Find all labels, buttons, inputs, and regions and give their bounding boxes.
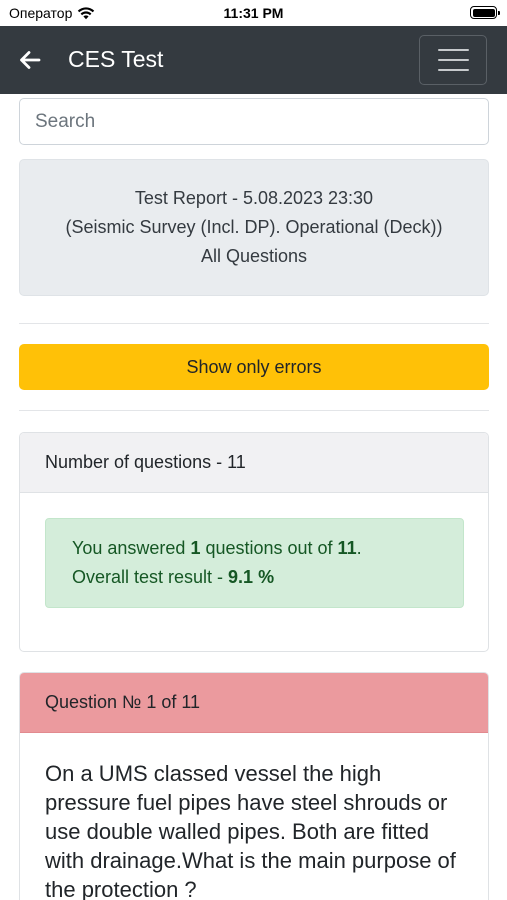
answered-count: 1 xyxy=(190,538,201,558)
search-input[interactable] xyxy=(19,98,489,145)
summary-card: Number of questions - 11 You answered 1 … xyxy=(19,432,489,652)
page-title: CES Test xyxy=(68,46,164,72)
back-button[interactable] xyxy=(16,46,44,74)
show-only-errors-button[interactable]: Show only errors xyxy=(19,344,489,390)
report-title: Test Report - 5.08.2023 23:30 xyxy=(134,188,374,208)
status-bar: Оператор 11:31 PM xyxy=(0,0,507,26)
result-line: Overall test result - 9.1 % xyxy=(72,567,275,587)
divider xyxy=(19,323,489,324)
menu-toggle-button[interactable] xyxy=(419,35,487,85)
report-info-box: Test Report - 5.08.2023 23:30 (Seismic S… xyxy=(19,159,489,296)
question-card: Question № 1 of 11 On a UMS classed vess… xyxy=(19,672,489,900)
navbar: CES Test xyxy=(0,26,507,94)
result-alert: You answered 1 questions out of 11. Over… xyxy=(45,518,464,608)
clock: 11:31 PM xyxy=(223,5,284,21)
answered-line: You answered 1 questions out of 11. xyxy=(72,538,362,558)
report-subject: (Seismic Survey (Incl. DP). Operational … xyxy=(65,217,443,237)
hamburger-icon xyxy=(437,49,469,51)
divider xyxy=(19,410,489,411)
arrow-left-icon xyxy=(20,51,41,69)
battery-icon xyxy=(470,6,500,19)
total-count: 11 xyxy=(337,538,357,558)
summary-card-header: Number of questions - 11 xyxy=(20,433,488,493)
question-text: On a UMS classed vessel the high pressur… xyxy=(45,761,456,900)
result-value: 9.1 % xyxy=(228,567,275,587)
question-card-header: Question № 1 of 11 xyxy=(20,673,488,733)
report-scope: All Questions xyxy=(200,246,308,266)
